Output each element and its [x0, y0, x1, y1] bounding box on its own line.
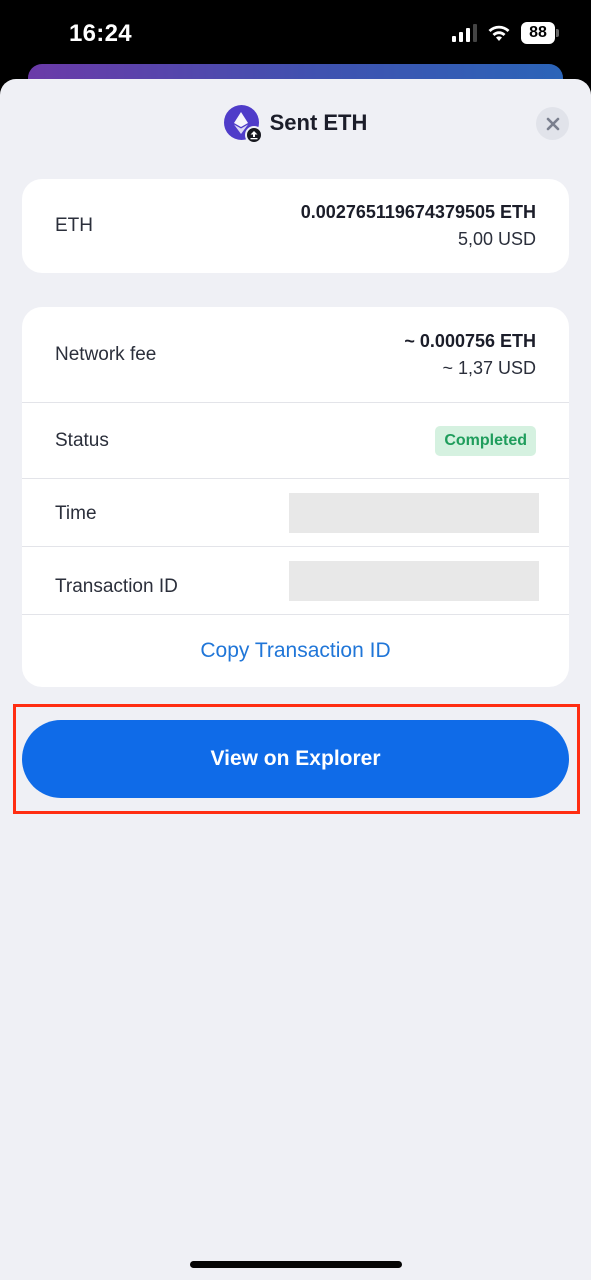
close-button[interactable] — [536, 107, 569, 140]
copy-transaction-id-button[interactable]: Copy Transaction ID — [22, 615, 569, 687]
transaction-id-value-redacted — [289, 560, 539, 601]
sheet-header: Sent ETH — [0, 79, 591, 169]
status-label: Status — [55, 429, 109, 451]
amount-crypto-value: 0.002765119674379505 ETH — [300, 202, 536, 222]
amount-values: 0.002765119674379505 ETH 5,00 USD — [301, 199, 536, 253]
transaction-sheet: Sent ETH ETH 0.002765119674379505 ETH 5,… — [0, 79, 591, 1280]
amount-fiat-value: 5,00 USD — [457, 229, 536, 249]
time-row: Time — [22, 479, 569, 547]
network-fee-crypto: ~ 0.000756 ETH — [404, 330, 536, 351]
battery-icon: 88 — [521, 22, 559, 44]
close-icon — [546, 117, 559, 130]
page-title: Sent ETH — [269, 109, 368, 135]
cellular-signal-icon — [452, 24, 477, 42]
upload-arrow-icon — [244, 126, 263, 144]
view-on-explorer-button[interactable]: View on Explorer — [22, 720, 569, 798]
status-icons: 88 — [452, 22, 559, 44]
network-fee-label: Network fee — [55, 343, 157, 365]
amount-card: ETH 0.002765119674379505 ETH 5,00 USD — [22, 179, 569, 273]
details-card: Network fee ~ 0.000756 ETH ~ 1,37 USD St… — [22, 307, 569, 687]
amount-row: ETH 0.002765119674379505 ETH 5,00 USD — [22, 179, 569, 273]
wifi-icon — [488, 25, 510, 41]
status-badge: Completed — [435, 425, 536, 456]
header-title-group: Sent ETH — [0, 105, 591, 144]
time-value-redacted — [289, 492, 539, 533]
transaction-id-row: Transaction ID — [22, 547, 569, 615]
network-fee-row: Network fee ~ 0.000756 ETH ~ 1,37 USD — [22, 307, 569, 403]
status-row: Status Completed — [22, 403, 569, 479]
network-fee-values: ~ 0.000756 ETH ~ 1,37 USD — [404, 328, 536, 382]
transaction-id-label: Transaction ID — [55, 575, 178, 597]
status-bar: 16:24 88 — [0, 0, 591, 66]
amount-label: ETH — [55, 215, 93, 236]
battery-level: 88 — [521, 22, 555, 44]
home-indicator — [190, 1261, 402, 1268]
time-label: Time — [55, 502, 97, 524]
status-time: 16:24 — [69, 20, 132, 47]
network-fee-fiat: ~ 1,37 USD — [442, 357, 536, 378]
ethereum-icon — [223, 105, 263, 144]
